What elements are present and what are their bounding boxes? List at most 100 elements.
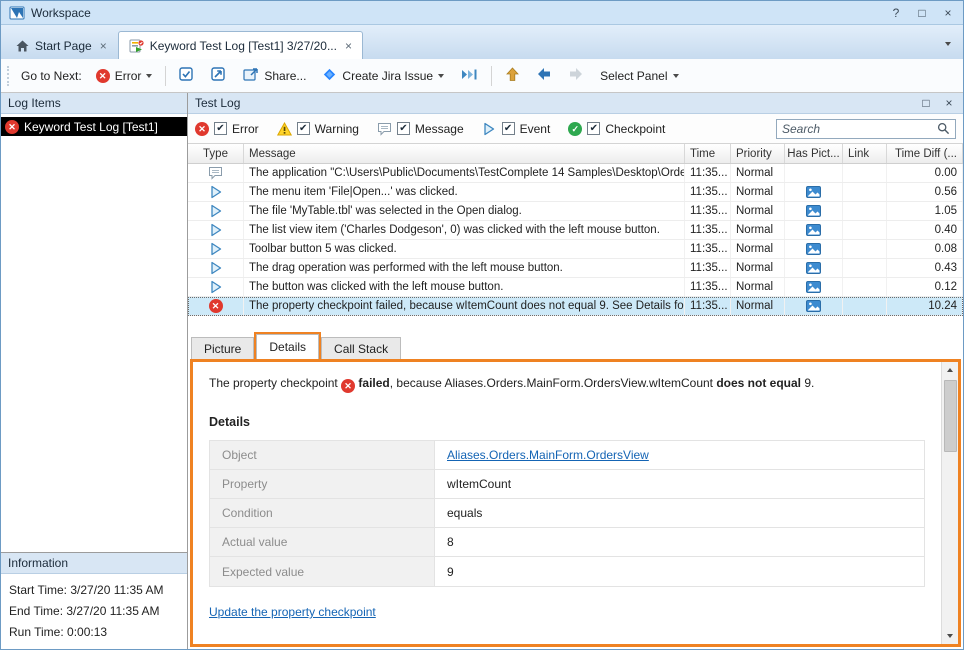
log-items-header: Log Items (1, 93, 187, 114)
filter-error[interactable]: ✕✔Error (195, 122, 259, 136)
has-picture-cell (785, 221, 843, 239)
log-table-body: The application "C:\Users\Public\Documen… (188, 164, 963, 332)
chevron-down-icon (438, 74, 444, 78)
log-row[interactable]: The menu item 'File|Open...' was clicked… (188, 183, 963, 202)
log-row[interactable]: The drag operation was performed with th… (188, 259, 963, 278)
filter-message[interactable]: ✔Message (377, 121, 464, 136)
next-result-button[interactable] (562, 63, 590, 88)
scroll-thumb[interactable] (944, 380, 957, 452)
time-diff-cell: 0.43 (887, 259, 963, 277)
update-checkpoint-link[interactable]: Update the property checkpoint (209, 605, 376, 619)
log-row[interactable]: The button was clicked with the left mou… (188, 278, 963, 297)
has-picture-cell (785, 278, 843, 296)
tab-picture[interactable]: Picture (191, 337, 254, 359)
log-row[interactable]: The list view item ('Charles Dodgeson', … (188, 221, 963, 240)
details-object-link[interactable]: Aliases.Orders.MainForm.OrdersView (447, 448, 649, 462)
details-label: Condition (210, 499, 435, 527)
time-cell: 11:35... (685, 240, 731, 258)
tree-item-label: Keyword Test Log [Test1] (24, 120, 158, 134)
details-value: Aliases.Orders.MainForm.OrdersView (435, 441, 924, 469)
has-picture-cell (785, 297, 843, 315)
close-button[interactable]: × (941, 6, 955, 20)
filter-warning[interactable]: ✔Warning (277, 121, 359, 136)
start-time-text: Start Time: 3/27/20 11:35 AM (9, 580, 179, 601)
details-scrollbar[interactable] (941, 362, 958, 644)
checkbox[interactable]: ✔ (587, 122, 600, 135)
tree-item-keyword-test-log[interactable]: ✕ Keyword Test Log [Test1] (1, 117, 187, 136)
log-row[interactable]: The file 'MyTable.tbl' was selected in t… (188, 202, 963, 221)
tab-call-stack[interactable]: Call Stack (321, 337, 401, 359)
link-cell (843, 259, 887, 277)
tab-start-page[interactable]: Start Page × (5, 31, 118, 59)
warning-icon (277, 121, 292, 136)
checkbox[interactable]: ✔ (297, 122, 310, 135)
create-jira-issue-button[interactable]: Create Jira Issue (316, 63, 450, 89)
column-header[interactable]: Type (188, 144, 244, 163)
column-header[interactable]: Link (843, 144, 887, 163)
column-header[interactable]: Has Pict... (785, 144, 843, 163)
information-panel: Information Start Time: 3/27/20 11:35 AM… (1, 552, 187, 649)
maximize-panel-button[interactable]: □ (919, 96, 933, 110)
time-diff-cell: 0.12 (887, 278, 963, 296)
log-items-tree: ✕ Keyword Test Log [Test1] (1, 114, 187, 552)
tab-list-dropdown[interactable] (937, 31, 959, 53)
close-tab-icon[interactable]: × (100, 39, 107, 53)
column-header[interactable]: Message (244, 144, 685, 163)
checkbox[interactable]: ✔ (397, 122, 410, 135)
chevron-down-icon (947, 634, 953, 638)
filter-checkpoint[interactable]: ✓✔Checkpoint (568, 122, 665, 136)
search-input[interactable] (782, 122, 937, 136)
close-panel-button[interactable]: × (942, 96, 956, 110)
tab-label: Picture (204, 342, 241, 356)
checkpoint-summary: The property checkpoint ✕ failed, becaus… (209, 375, 925, 393)
log-row[interactable]: The application "C:\Users\Public\Documen… (188, 164, 963, 183)
share-button[interactable]: Share... (237, 63, 312, 89)
link-cell (843, 183, 887, 201)
column-header[interactable]: Time (685, 144, 731, 163)
compare-results-button[interactable] (173, 63, 201, 89)
has-picture-cell (785, 202, 843, 220)
picture-icon (806, 243, 821, 255)
details-content: The property checkpoint ✕ failed, becaus… (193, 362, 941, 644)
previous-result-button[interactable] (530, 63, 558, 88)
details-tabbar: Picture Details Call Stack (188, 332, 963, 359)
checkbox[interactable]: ✔ (214, 122, 227, 135)
maximize-button[interactable]: □ (915, 6, 929, 20)
scroll-down-button[interactable] (942, 628, 958, 644)
checkbox[interactable]: ✔ (502, 122, 515, 135)
export-results-button[interactable] (205, 63, 233, 89)
priority-cell: Normal (731, 164, 785, 182)
up-one-level-button[interactable] (499, 63, 526, 89)
tab-details[interactable]: Details (256, 334, 319, 359)
link-cell (843, 221, 887, 239)
message-cell: The drag operation was performed with th… (244, 259, 685, 277)
column-header[interactable]: Priority (731, 144, 785, 163)
information-lines: Start Time: 3/27/20 11:35 AM End Time: 3… (1, 574, 187, 649)
help-button[interactable]: ? (889, 6, 903, 20)
type-cell (188, 164, 244, 182)
jump-to-test-button[interactable] (454, 63, 484, 89)
time-cell: 11:35... (685, 202, 731, 220)
jira-icon (322, 67, 337, 85)
filter-bar: ✕✔Error ✔Warning ✔Message ✔Event ✓✔Checkpoin… (188, 114, 963, 144)
log-row[interactable]: Toolbar button 5 was clicked.11:35...Nor… (188, 240, 963, 259)
details-table: ObjectAliases.Orders.MainForm.OrdersView… (209, 440, 925, 587)
has-picture-cell (785, 183, 843, 201)
time-diff-cell: 0.40 (887, 221, 963, 239)
filter-event[interactable]: ✔Event (482, 121, 551, 136)
test-log-panel: Test Log □ × ✕✔Error✔Warning✔Message✔Eve… (188, 93, 963, 649)
go-to-next-error-button[interactable]: ✕ Error (90, 65, 159, 87)
column-header[interactable]: Time Diff (... (887, 144, 963, 163)
select-panel-button[interactable]: Select Panel (594, 65, 684, 87)
details-row: ObjectAliases.Orders.MainForm.OrdersView (210, 441, 924, 470)
event-icon (208, 242, 223, 257)
log-row[interactable]: ✕The property checkpoint failed, because… (188, 297, 963, 316)
event-icon (208, 223, 223, 238)
toolbar-grip[interactable] (7, 66, 11, 86)
log-items-title: Log Items (8, 96, 61, 110)
scroll-up-button[interactable] (942, 362, 958, 378)
close-tab-icon[interactable]: × (345, 39, 352, 53)
workspace-icon (9, 5, 25, 21)
has-picture-cell (785, 240, 843, 258)
tab-keyword-test-log[interactable]: Keyword Test Log [Test1] 3/27/20... × (118, 31, 363, 59)
